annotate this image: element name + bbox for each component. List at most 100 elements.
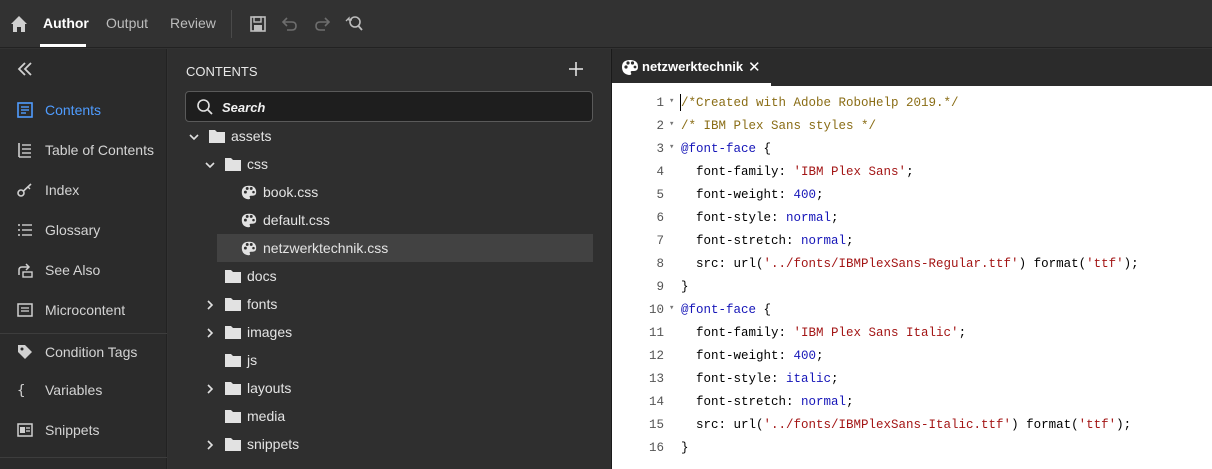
code-text: } bbox=[681, 441, 689, 455]
nav-item-snippets[interactable]: Snippets bbox=[0, 415, 167, 445]
chevron-right-icon[interactable] bbox=[204, 298, 216, 310]
nav-item-glossary[interactable]: Glossary bbox=[0, 215, 167, 245]
code-line: 13 font-style: italic; bbox=[612, 367, 1212, 390]
nav-item-see-also[interactable]: See Also bbox=[0, 255, 167, 285]
chevron-right-icon[interactable] bbox=[204, 382, 216, 394]
tree-item-fonts[interactable]: fonts bbox=[168, 290, 610, 318]
nav-item-table-of-contents[interactable]: Table of Contents bbox=[0, 135, 167, 165]
tab-author[interactable]: Author bbox=[43, 15, 89, 31]
nav-item-label: Condition Tags bbox=[45, 344, 138, 360]
nav-item-label: Variables bbox=[45, 382, 103, 398]
code-line: 16} bbox=[612, 436, 1212, 459]
code-line: 6 font-style: normal; bbox=[612, 206, 1212, 229]
microcontent-icon bbox=[17, 303, 33, 317]
tree-item-js[interactable]: js bbox=[168, 346, 610, 374]
code-text: font-stretch: normal; bbox=[681, 395, 854, 409]
tree-item-label: layouts bbox=[247, 380, 292, 396]
code-text: /* IBM Plex Sans styles */ bbox=[681, 119, 877, 133]
line-number: 15 bbox=[648, 418, 664, 432]
folder-icon bbox=[224, 324, 242, 340]
tree-item-images[interactable]: images bbox=[168, 318, 610, 346]
code-line: 12 font-weight: 400; bbox=[612, 344, 1212, 367]
line-number: 13 bbox=[648, 372, 664, 386]
editor-tab-strip: netzwerktechnik ✕ bbox=[612, 49, 1212, 86]
nav-item-variables[interactable]: { } Variables bbox=[0, 375, 167, 405]
code-text: font-weight: 400; bbox=[681, 349, 824, 363]
code-area[interactable]: 1 ▾ /*Created with Adobe RoboHelp 2019.*/ 2… bbox=[612, 86, 1212, 469]
line-number: 5 bbox=[656, 188, 664, 202]
fold-toggle-icon[interactable]: ▾ bbox=[669, 119, 674, 129]
find-replace-icon[interactable] bbox=[344, 14, 364, 34]
tree-item-layouts[interactable]: layouts bbox=[168, 374, 610, 402]
css-palette-icon bbox=[240, 240, 258, 256]
tree-item-label: snippets bbox=[247, 436, 300, 452]
tree-item-label: images bbox=[247, 324, 293, 340]
tree-item-label: js bbox=[247, 352, 258, 368]
line-number: 7 bbox=[656, 234, 664, 248]
tree-item-snippets[interactable]: snippets bbox=[168, 430, 610, 458]
code-text: } bbox=[681, 280, 689, 294]
tree-item-default-css[interactable]: default.css bbox=[168, 206, 610, 234]
nav-divider bbox=[0, 333, 167, 334]
redo-icon[interactable] bbox=[312, 14, 332, 34]
editor-tab-label: netzwerktechnik bbox=[642, 59, 744, 74]
fold-toggle-icon[interactable]: ▾ bbox=[669, 96, 674, 106]
nav-item-condition-tags[interactable]: Condition Tags bbox=[0, 337, 167, 367]
editor-tab-netzwerktechnik[interactable]: netzwerktechnik ✕ bbox=[612, 49, 771, 86]
glossary-list-icon bbox=[18, 224, 32, 236]
tree-item-assets[interactable]: assets bbox=[168, 122, 610, 150]
code-line: 7 font-stretch: normal; bbox=[612, 229, 1212, 252]
see-also-icon bbox=[18, 263, 33, 278]
tree-item-netzwerktechnik-css[interactable]: netzwerktechnik.css bbox=[217, 234, 593, 262]
tree-item-label: media bbox=[247, 408, 286, 424]
code-line: 9} bbox=[612, 275, 1212, 298]
toc-icon bbox=[18, 143, 31, 158]
nav-item-label: Microcontent bbox=[45, 302, 126, 318]
code-text: font-weight: 400; bbox=[681, 188, 824, 202]
code-editor: netzwerktechnik ✕ 1 ▾ /*Created with Adobe… bbox=[611, 49, 1212, 469]
nav-item-label: Contents bbox=[45, 102, 102, 118]
fold-toggle-icon[interactable]: ▾ bbox=[669, 142, 674, 152]
code-text: font-stretch: normal; bbox=[681, 234, 854, 248]
search-input[interactable] bbox=[222, 97, 582, 117]
nav-divider bbox=[0, 457, 167, 458]
chevron-right-icon[interactable] bbox=[204, 326, 216, 338]
home-icon[interactable] bbox=[8, 13, 30, 35]
tree-item-book-css[interactable]: book.css bbox=[168, 178, 610, 206]
nav-item-microcontent[interactable]: Microcontent bbox=[0, 295, 167, 325]
chevron-down-icon[interactable] bbox=[188, 130, 200, 142]
tree-item-label: fonts bbox=[247, 296, 278, 312]
line-number: 8 bbox=[656, 257, 664, 271]
nav-item-label: Table of Contents bbox=[45, 142, 154, 158]
collapse-panel-icon[interactable] bbox=[15, 61, 35, 77]
code-text: font-family: 'IBM Plex Sans'; bbox=[681, 165, 914, 179]
close-icon[interactable]: ✕ bbox=[748, 58, 762, 76]
line-number: 12 bbox=[648, 349, 664, 363]
tab-review[interactable]: Review bbox=[170, 15, 216, 31]
nav-item-contents[interactable]: Contents bbox=[0, 95, 167, 125]
tree-item-css[interactable]: css bbox=[168, 150, 610, 178]
search-box bbox=[185, 91, 593, 122]
index-key-icon bbox=[17, 183, 32, 197]
chevron-right-icon[interactable] bbox=[204, 438, 216, 450]
active-tab-indicator bbox=[40, 44, 86, 47]
code-line: 4 font-family: 'IBM Plex Sans'; bbox=[612, 160, 1212, 183]
save-icon[interactable] bbox=[248, 14, 268, 34]
tree-item-docs[interactable]: docs bbox=[168, 262, 610, 290]
code-text: font-style: italic; bbox=[681, 372, 839, 386]
folder-icon bbox=[224, 436, 242, 452]
line-number: 1 bbox=[656, 96, 664, 110]
nav-item-index[interactable]: Index bbox=[0, 175, 167, 205]
undo-icon[interactable] bbox=[280, 14, 300, 34]
tree-item-media[interactable]: media bbox=[168, 402, 610, 430]
add-icon[interactable] bbox=[568, 61, 584, 77]
line-number: 14 bbox=[648, 395, 664, 409]
folder-icon bbox=[224, 156, 242, 172]
tab-output[interactable]: Output bbox=[106, 15, 148, 31]
chevron-down-icon[interactable] bbox=[204, 158, 216, 170]
line-number: 10 bbox=[648, 303, 664, 317]
line-number: 16 bbox=[648, 441, 664, 455]
tree-item-label: default.css bbox=[263, 212, 330, 228]
code-text: font-family: 'IBM Plex Sans Italic'; bbox=[681, 326, 967, 340]
fold-toggle-icon[interactable]: ▾ bbox=[669, 303, 674, 313]
